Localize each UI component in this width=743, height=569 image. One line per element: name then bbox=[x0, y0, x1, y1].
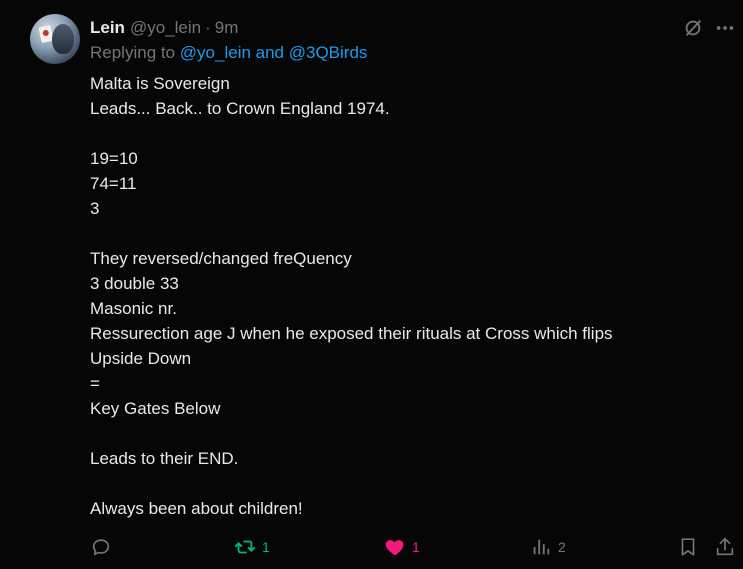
tweet-text-line: 74=11 bbox=[90, 174, 137, 193]
tweet-text-line bbox=[90, 121, 710, 146]
retweet-icon bbox=[234, 540, 256, 554]
tweet-text-line: Leads to their END. bbox=[90, 449, 239, 468]
tweet-text-line: Key Gates Below bbox=[90, 399, 221, 418]
tweet-time[interactable]: 9m bbox=[215, 18, 239, 38]
retweet-count: 1 bbox=[262, 539, 270, 555]
replying-to: Replying to @yo_lein and @3QBirds bbox=[90, 43, 367, 63]
tweet-text-line: 3 double 33 bbox=[90, 274, 179, 293]
tweet-header: Lein @yo_lein · 9m bbox=[90, 17, 238, 39]
tweet-text-line: = bbox=[90, 374, 100, 393]
bookmark-button[interactable] bbox=[677, 536, 699, 558]
replying-to-mentions[interactable]: @yo_lein and @3QBirds bbox=[180, 43, 368, 62]
more-options-icon[interactable] bbox=[714, 17, 736, 39]
tweet-text-line bbox=[90, 221, 710, 246]
grok-icon[interactable] bbox=[682, 17, 704, 39]
like-button[interactable]: 1 bbox=[384, 536, 420, 558]
separator-dot: · bbox=[205, 18, 211, 37]
tweet-text-line: 3 bbox=[90, 199, 100, 218]
tweet-text-line: Always been about children! bbox=[90, 499, 303, 518]
views-icon bbox=[533, 539, 550, 555]
views-count: 2 bbox=[558, 539, 566, 555]
author-handle[interactable]: @yo_lein bbox=[130, 18, 201, 38]
tweet-text-line: They reversed/changed freQuency bbox=[90, 249, 352, 268]
tweet-text-line: Leads... Back.. to Crown England 1974. bbox=[90, 99, 390, 118]
author-name[interactable]: Lein bbox=[90, 18, 125, 38]
share-icon bbox=[716, 537, 734, 556]
replying-to-label: Replying to bbox=[90, 43, 176, 62]
tweet-text-line bbox=[90, 471, 710, 496]
tweet-text-line: Masonic nr. bbox=[90, 299, 177, 318]
reply-icon bbox=[92, 539, 110, 556]
views-button[interactable]: 2 bbox=[530, 536, 566, 558]
tweet-actions: 1 1 2 bbox=[90, 536, 738, 558]
tweet-text-line: Malta is Sovereign bbox=[90, 74, 230, 93]
tweet-text-line: 19=10 bbox=[90, 149, 138, 168]
bird-graphic bbox=[52, 24, 74, 54]
tweet-text-line bbox=[90, 421, 710, 446]
avatar[interactable] bbox=[30, 14, 80, 64]
reply-button[interactable] bbox=[90, 536, 118, 558]
tweet-text: Malta is Sovereign Leads... Back.. to Cr… bbox=[90, 71, 710, 521]
heart-filled-icon bbox=[385, 540, 404, 556]
tweet: Lein @yo_lein · 9m Replying to @yo_lein … bbox=[0, 0, 743, 569]
like-count: 1 bbox=[412, 539, 420, 555]
tweet-text-line: Upside Down bbox=[90, 349, 192, 368]
share-button[interactable] bbox=[714, 536, 736, 558]
tweet-text-line: Ressurection age J when he exposed their… bbox=[90, 324, 613, 343]
bookmark-icon bbox=[681, 538, 695, 556]
retweet-button[interactable]: 1 bbox=[234, 536, 270, 558]
